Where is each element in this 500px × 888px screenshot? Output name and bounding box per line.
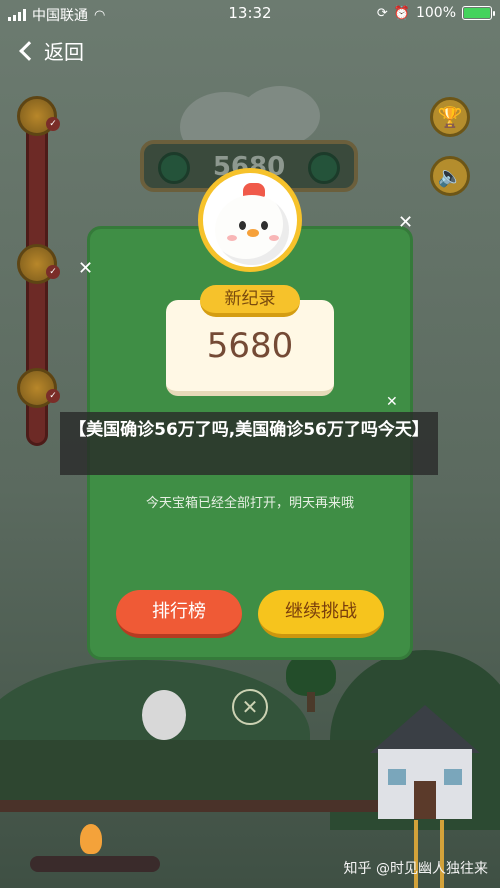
- chicken-cheek: [269, 235, 279, 241]
- check-icon: ✓: [46, 117, 60, 131]
- chicken-eye: [261, 221, 268, 230]
- house-window: [444, 769, 462, 785]
- chicken-eye: [239, 221, 246, 230]
- status-bar: 中国联通 ◠ 13:32 ⟳ ⏰ 100%: [0, 0, 500, 26]
- chicken-avatar: [198, 168, 302, 272]
- chicken-cheek: [227, 235, 237, 241]
- background-chicken: [142, 690, 186, 740]
- chevron-left-icon: [19, 40, 39, 61]
- campfire-flame: [80, 824, 102, 854]
- new-record-badge: 新纪录: [200, 285, 300, 317]
- milestone-icon: ✓: [17, 244, 60, 284]
- sparkle-icon: ✕: [78, 258, 94, 279]
- tree: [286, 652, 336, 712]
- house-door: [414, 781, 436, 819]
- sparkle-icon: ✕: [398, 212, 414, 233]
- battery-icon: [462, 6, 495, 20]
- continue-challenge-button[interactable]: 继续挑战: [258, 590, 384, 638]
- house-window: [388, 769, 406, 785]
- check-icon: ✓: [46, 265, 60, 279]
- battery-fill: [464, 8, 490, 18]
- score-orb-right: [308, 152, 340, 184]
- chest-note: 今天宝箱已经全部打开，明天再来哦: [145, 496, 354, 511]
- check-icon: ✓: [46, 389, 60, 403]
- tree-trunk: [307, 692, 315, 712]
- trophy-icon[interactable]: 🏆: [430, 97, 470, 137]
- speaker-icon[interactable]: 🔈: [430, 156, 470, 196]
- leaderboard-button[interactable]: 排行榜: [116, 590, 242, 638]
- back-button[interactable]: 返回: [19, 36, 84, 65]
- house-roof: [370, 705, 480, 753]
- ground-edge: [0, 800, 380, 812]
- house: [370, 705, 480, 820]
- close-button[interactable]: ✕: [232, 689, 268, 725]
- rotation-lock-icon: ⟳: [376, 5, 388, 21]
- battery-percent: 100%: [415, 5, 456, 21]
- record-score: 5680: [206, 326, 294, 366]
- headline-overlay: 【美国确诊56万了吗,美国确诊56万了吗今天】: [60, 412, 438, 475]
- log: [30, 856, 160, 872]
- chicken-beak: [247, 229, 259, 237]
- watermark: 知乎 @时见幽人独往来: [343, 861, 488, 877]
- milestone-icon: ✓: [17, 96, 60, 136]
- alarm-icon: ⏰: [393, 5, 410, 21]
- sparkle-icon: ✕: [386, 394, 398, 410]
- status-right: ⟳ ⏰ 100%: [376, 5, 495, 21]
- back-label: 返回: [44, 40, 84, 64]
- background-cloud: [240, 86, 320, 146]
- milestone-icon: ✓: [17, 368, 60, 408]
